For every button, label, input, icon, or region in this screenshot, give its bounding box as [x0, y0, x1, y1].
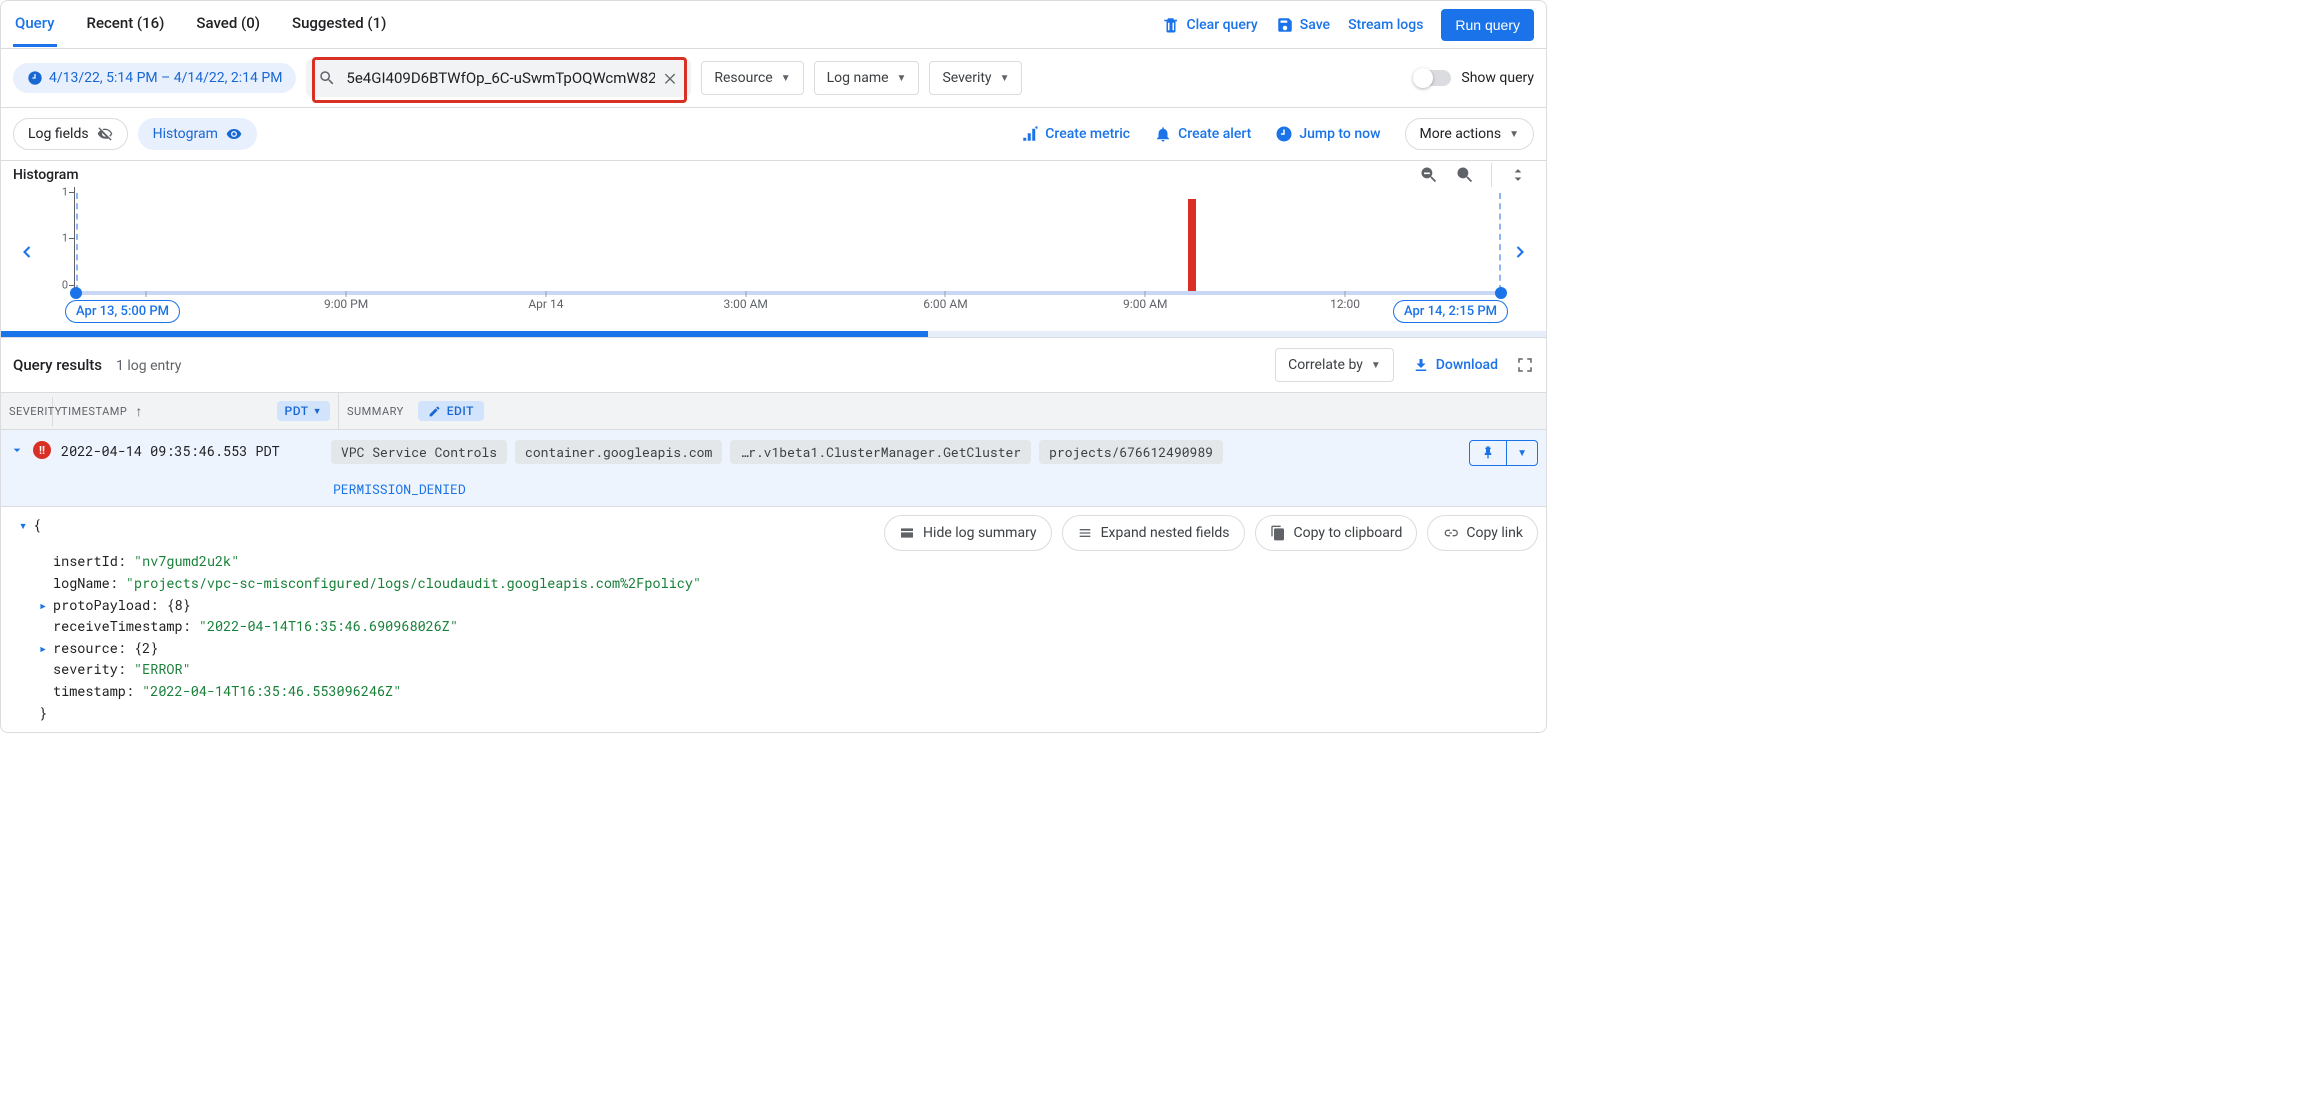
summary-chip[interactable]: projects/676612490989	[1039, 440, 1223, 464]
timezone-chip[interactable]: PDT ▼	[277, 401, 330, 421]
histogram-prev-button[interactable]	[13, 242, 41, 262]
range-scrollbar[interactable]	[1, 331, 1546, 337]
create-metric-button[interactable]: Create metric	[1021, 125, 1130, 143]
hide-log-summary-button[interactable]: Hide log summary	[884, 515, 1052, 551]
run-query-button[interactable]: Run query	[1441, 9, 1534, 41]
tabs-actions: Clear query Save Stream logs Run query	[1162, 9, 1534, 41]
col-summary: SUMMARY EDIT	[339, 393, 1546, 429]
fullscreen-icon[interactable]	[1516, 356, 1534, 374]
pin-icon[interactable]	[1470, 441, 1507, 465]
clock-icon	[1275, 125, 1293, 143]
expand-icon[interactable]: ▸	[39, 595, 53, 617]
tabs-left: Query Recent (16) Saved (0) Suggested (1…	[13, 2, 388, 47]
caret-down-icon: ▼	[781, 73, 791, 84]
histogram-section: Histogram 1 1 0	[1, 161, 1546, 338]
caret-down-icon: ▼	[1000, 73, 1010, 84]
time-range-chip[interactable]: 4/13/22, 5:14 PM – 4/14/22, 2:14 PM	[13, 63, 296, 93]
pin-dropdown-icon[interactable]: ▼	[1507, 441, 1537, 465]
visibility-off-icon	[97, 126, 113, 142]
metric-icon	[1021, 125, 1039, 143]
results-header: Query results 1 log entry Correlate by▼ …	[1, 338, 1546, 393]
edit-summary-button[interactable]: EDIT	[418, 401, 484, 421]
pin-button-group[interactable]: ▼	[1469, 440, 1538, 466]
caret-down-icon: ▼	[1371, 360, 1381, 371]
jump-to-now-button[interactable]: Jump to now	[1275, 125, 1380, 143]
severity-error-icon: !!	[33, 441, 51, 459]
summary-chip[interactable]: …r.v1beta1.ClusterManager.GetCluster	[730, 440, 1031, 464]
summary-chip[interactable]: container.googleapis.com	[515, 440, 722, 464]
tab-suggested[interactable]: Suggested (1)	[290, 2, 388, 47]
collapse-icon[interactable]: ▾	[19, 515, 33, 537]
log-timestamp: 2022-04-14 09:35:46.553 PDT	[61, 440, 331, 460]
clear-search-icon[interactable]	[662, 70, 678, 86]
histogram-timeline[interactable]	[75, 291, 1502, 295]
copy-icon	[1270, 525, 1286, 541]
clear-query-button[interactable]: Clear query	[1162, 16, 1257, 34]
zoom-in-icon[interactable]	[1455, 165, 1475, 185]
time-badge-start[interactable]: Apr 13, 5:00 PM	[65, 300, 180, 323]
logs-explorer-panel: Query Recent (16) Saved (0) Suggested (1…	[0, 0, 1547, 733]
search-icon	[318, 69, 336, 87]
expand-icon[interactable]: ▸	[39, 638, 53, 660]
search-wrapper	[306, 59, 691, 97]
save-button[interactable]: Save	[1276, 16, 1330, 34]
tab-query[interactable]: Query	[13, 2, 57, 47]
card-icon	[899, 525, 915, 541]
col-severity: SEVERITY	[1, 397, 53, 426]
histogram-chip[interactable]: Histogram	[138, 118, 257, 150]
caret-down-icon: ▼	[897, 73, 907, 84]
expand-toggle-icon[interactable]	[9, 440, 29, 458]
download-button[interactable]: Download	[1412, 356, 1498, 374]
time-badge-end[interactable]: Apr 14, 2:15 PM	[1393, 300, 1508, 323]
tab-saved[interactable]: Saved (0)	[194, 2, 262, 47]
tabs-row: Query Recent (16) Saved (0) Suggested (1…	[1, 1, 1546, 49]
column-headers: SEVERITY TIMESTAMP ↑ PDT ▼ SUMMARY EDIT	[1, 393, 1546, 430]
copy-clipboard-button[interactable]: Copy to clipboard	[1255, 515, 1418, 551]
clock-icon	[27, 70, 43, 86]
histogram-next-button[interactable]	[1506, 242, 1534, 262]
trash-icon	[1162, 16, 1180, 34]
create-alert-button[interactable]: Create alert	[1154, 125, 1251, 143]
sort-asc-icon: ↑	[135, 403, 143, 420]
summary-chip[interactable]: VPC Service Controls	[331, 440, 507, 464]
resource-dropdown[interactable]: Resource▼	[701, 61, 803, 95]
tab-recent[interactable]: Recent (16)	[85, 2, 167, 47]
download-icon	[1412, 356, 1430, 374]
log-fields-chip[interactable]: Log fields	[13, 118, 128, 150]
tools-row: Log fields Histogram Create metric Creat…	[1, 108, 1546, 161]
histogram-title: Histogram	[13, 163, 79, 187]
bell-icon	[1154, 125, 1172, 143]
log-name-dropdown[interactable]: Log name▼	[814, 61, 920, 95]
visibility-icon	[226, 126, 242, 142]
expand-nested-button[interactable]: Expand nested fields	[1062, 515, 1245, 551]
results-title: Query results	[13, 356, 102, 374]
results-count: 1 log entry	[116, 358, 181, 374]
pencil-icon	[428, 405, 441, 418]
stream-logs-button[interactable]: Stream logs	[1348, 17, 1423, 33]
zoom-out-icon[interactable]	[1419, 165, 1439, 185]
unfold-icon[interactable]	[1508, 165, 1528, 185]
correlate-by-dropdown[interactable]: Correlate by▼	[1275, 348, 1394, 382]
link-icon	[1442, 525, 1458, 541]
more-actions-button[interactable]: More actions ▼	[1405, 118, 1535, 150]
histogram-chart[interactable]: 1 1 0 9:00 PM Apr 14 3:00 AM 6:00 AM	[45, 187, 1502, 317]
expanded-log: ▾ { Hide log summary Expand nested field…	[1, 507, 1546, 732]
json-body: insertId: "nv7gumd2u2k" logName: "projec…	[19, 551, 1538, 702]
save-icon	[1276, 16, 1294, 34]
copy-link-button[interactable]: Copy link	[1427, 515, 1538, 551]
log-entry-row[interactable]: !! 2022-04-14 09:35:46.553 PDT VPC Servi…	[1, 430, 1546, 507]
search-input[interactable]	[338, 59, 691, 97]
unfold-icon	[1077, 525, 1093, 541]
filter-row: 4/13/22, 5:14 PM – 4/14/22, 2:14 PM Reso…	[1, 49, 1546, 108]
log-summary: VPC Service Controls container.googleapi…	[331, 440, 1469, 498]
toggle-switch[interactable]	[1415, 70, 1451, 86]
histogram-bar[interactable]	[1188, 199, 1196, 291]
severity-dropdown[interactable]: Severity▼	[929, 61, 1022, 95]
log-status: PERMISSION_DENIED	[331, 480, 466, 498]
col-timestamp[interactable]: TIMESTAMP ↑ PDT ▼	[53, 393, 339, 429]
show-query-toggle[interactable]: Show query	[1415, 70, 1534, 86]
caret-down-icon: ▼	[1509, 129, 1519, 140]
